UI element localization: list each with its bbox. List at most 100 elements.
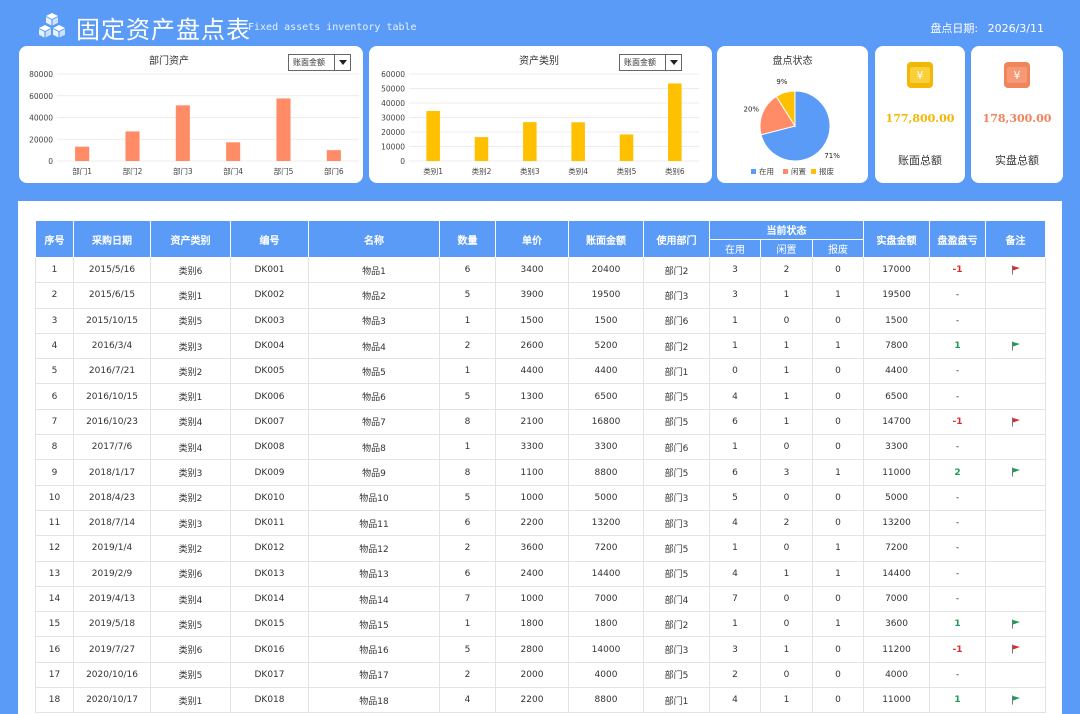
cell-price: 2200 [495, 510, 569, 537]
cell-actual: 19500 [863, 282, 931, 309]
cell-note [985, 510, 1047, 537]
yen-wallet-icon: ¥ [1004, 62, 1030, 88]
col-header-dept[interactable]: 使用部门 [643, 220, 710, 258]
cell-actual: 1500 [863, 308, 931, 334]
col-header-inuse[interactable]: 在用 [709, 238, 761, 258]
col-header-date[interactable]: 采购日期 [73, 220, 151, 258]
table-row[interactable]: 9 2018/1/17 类别3 DK009 物品9 8 1100 8800 部门5 6 3 1 1100… [35, 459, 1047, 486]
cell-qty: 1 [439, 611, 496, 638]
x-tick-label: 类别5 [617, 166, 637, 176]
col-header-actual[interactable]: 实盘金额 [863, 220, 931, 258]
cell-book: 19500 [568, 282, 644, 309]
cell-scrap: 1 [812, 561, 865, 587]
col-header-category[interactable]: 资产类别 [150, 220, 231, 258]
cell-book: 1500 [568, 308, 644, 334]
cell-inuse: 1 [709, 333, 761, 360]
table-row[interactable]: 15 2019/5/18 类别5 DK015 物品15 1 1800 1800 部门2 1 0 1 36… [35, 611, 1047, 638]
page-header: 固定资产盘点表 Fixed assets inventory table 盘点日… [0, 0, 1080, 46]
table-row[interactable]: 8 2017/7/6 类别4 DK008 物品8 1 3300 3300 部门6 1 0 0 3300- [35, 434, 1047, 461]
cell-name: 物品17 [308, 662, 440, 689]
cell-actual: 13200 [863, 510, 931, 537]
table-row[interactable]: 14 2019/4/13 类别4 DK014 物品14 7 1000 7000 部门4 7 0 0 70… [35, 586, 1047, 613]
cell-name: 物品5 [308, 358, 440, 385]
cell-book: 14000 [568, 636, 644, 663]
cell-code: DK004 [230, 333, 309, 360]
cell-price: 1000 [495, 485, 569, 511]
cell-note [985, 333, 1047, 360]
col-header-code[interactable]: 编号 [230, 220, 309, 258]
cell-inuse: 1 [709, 308, 761, 334]
table-row[interactable]: 16 2019/7/27 类别6 DK016 物品16 5 2800 14000 部门3 3 1 0 1… [35, 636, 1047, 663]
table-row[interactable]: 4 2016/3/4 类别3 DK004 物品4 2 2600 5200 部门2 1 1 1 7800 1 [35, 333, 1047, 360]
cell-name: 物品8 [308, 434, 440, 461]
table-row[interactable]: 3 2015/10/15 类别5 DK003 物品3 1 1500 1500 部门6 1 0 0 150… [35, 308, 1047, 334]
cell-qty: 7 [439, 586, 496, 613]
cell-category: 类别6 [150, 636, 231, 663]
cell-book: 5000 [568, 485, 644, 511]
table-row[interactable]: 10 2018/4/23 类别2 DK010 物品10 5 1000 5000 部门3 5 0 0 50… [35, 485, 1047, 511]
col-header-book[interactable]: 账面金额 [568, 220, 644, 258]
cell-actual: 14400 [863, 561, 931, 587]
cell-idle: 1 [760, 687, 813, 714]
table-row[interactable]: 12 2019/1/4 类别2 DK012 物品12 2 3600 7200 部门5 1 0 1 720… [35, 535, 1047, 562]
cell-code: DK006 [230, 383, 309, 410]
table-row[interactable]: 17 2020/10/16 类别5 DK017 物品17 2 2000 4000 部门5 2 0 0 4… [35, 662, 1047, 689]
col-header-idle[interactable]: 闲置 [760, 238, 813, 258]
y-tick-label: 80000 [29, 70, 53, 79]
cell-inuse: 2 [709, 662, 761, 689]
cell-diff: - [929, 282, 987, 309]
table-row[interactable]: 7 2016/10/23 类别4 DK007 物品7 8 2100 16800 部门5 6 1 0 14… [35, 409, 1047, 436]
table-row[interactable]: 18 2020/10/17 类别1 DK018 物品18 4 2200 8800 部门1 4 1 0 1… [35, 687, 1047, 714]
col-header-scrap[interactable]: 报废 [811, 238, 865, 258]
cell-idle: 3 [760, 459, 813, 486]
green-flag-icon [1011, 619, 1020, 629]
cell-name: 物品3 [308, 308, 440, 334]
cell-date: 2015/6/15 [73, 282, 151, 309]
cell-category: 类别3 [150, 510, 231, 537]
svg-text:¥: ¥ [917, 69, 924, 82]
cell-diff: - [929, 662, 987, 689]
cell-scrap: 1 [812, 535, 865, 562]
cell-dept: 部门4 [643, 586, 710, 613]
table-row[interactable]: 1 2015/5/16 类别6 DK001 物品1 6 3400 20400 部门2 3 2 0 170… [35, 257, 1047, 284]
col-header-diff[interactable]: 盘盈盘亏 [929, 220, 987, 258]
cell-dept: 部门5 [643, 662, 710, 689]
cell-inuse: 6 [709, 409, 761, 436]
table-row[interactable]: 6 2016/10/15 类别1 DK006 物品6 5 1300 6500 部门5 4 1 0 650… [35, 383, 1047, 410]
cell-inuse: 5 [709, 485, 761, 511]
cell-code: DK001 [230, 257, 309, 284]
cell-dept: 部门5 [643, 383, 710, 410]
cell-scrap: 0 [812, 636, 865, 663]
cell-diff: 2 [929, 459, 987, 486]
book-total-value: 177,800.00 [885, 112, 955, 125]
bar [619, 134, 634, 161]
col-header-note[interactable]: 备注 [985, 220, 1047, 258]
col-header-status[interactable]: 当前状态 [708, 220, 865, 240]
cell-qty: 4 [439, 687, 496, 714]
dept-asset-bar-chart: 0 20000 40000 60000 80000 部门1 部门2 部门3 部门4 部门5 部门6 [29, 70, 359, 176]
col-header-name[interactable]: 名称 [308, 220, 440, 258]
cell-name: 物品7 [308, 409, 440, 436]
cell-diff: - [929, 485, 987, 511]
cell-actual: 7200 [863, 535, 931, 562]
red-flag-icon [1011, 265, 1020, 275]
cell-scrap: 0 [812, 308, 865, 334]
table-row[interactable]: 2 2015/6/15 类别1 DK002 物品2 5 3900 19500 部门3 3 1 1 195… [35, 282, 1047, 309]
cell-diff: 1 [929, 611, 987, 638]
col-header-price[interactable]: 单价 [495, 220, 569, 258]
table-row[interactable]: 5 2016/7/21 类别2 DK005 物品5 1 4400 4400 部门1 0 1 0 4400… [35, 358, 1047, 385]
cell-price: 2000 [495, 662, 569, 689]
cell-actual: 4000 [863, 662, 931, 689]
cell-diff: - [929, 561, 987, 587]
cell-no: 5 [35, 358, 74, 385]
cell-code: DK008 [230, 434, 309, 461]
col-header-qty[interactable]: 数量 [439, 220, 496, 258]
cell-scrap: 0 [812, 257, 865, 284]
col-header-no[interactable]: 序号 [35, 220, 74, 258]
table-row[interactable]: 13 2019/2/9 类别6 DK013 物品13 6 2400 14400 部门5 4 1 1 14… [35, 561, 1047, 587]
table-row[interactable]: 11 2018/7/14 类别3 DK011 物品11 6 2200 13200 部门3 4 2 0 1… [35, 510, 1047, 537]
cell-date: 2019/7/27 [73, 636, 151, 663]
cell-book: 8800 [568, 459, 644, 486]
cell-category: 类别2 [150, 358, 231, 385]
cell-scrap: 0 [812, 662, 865, 689]
